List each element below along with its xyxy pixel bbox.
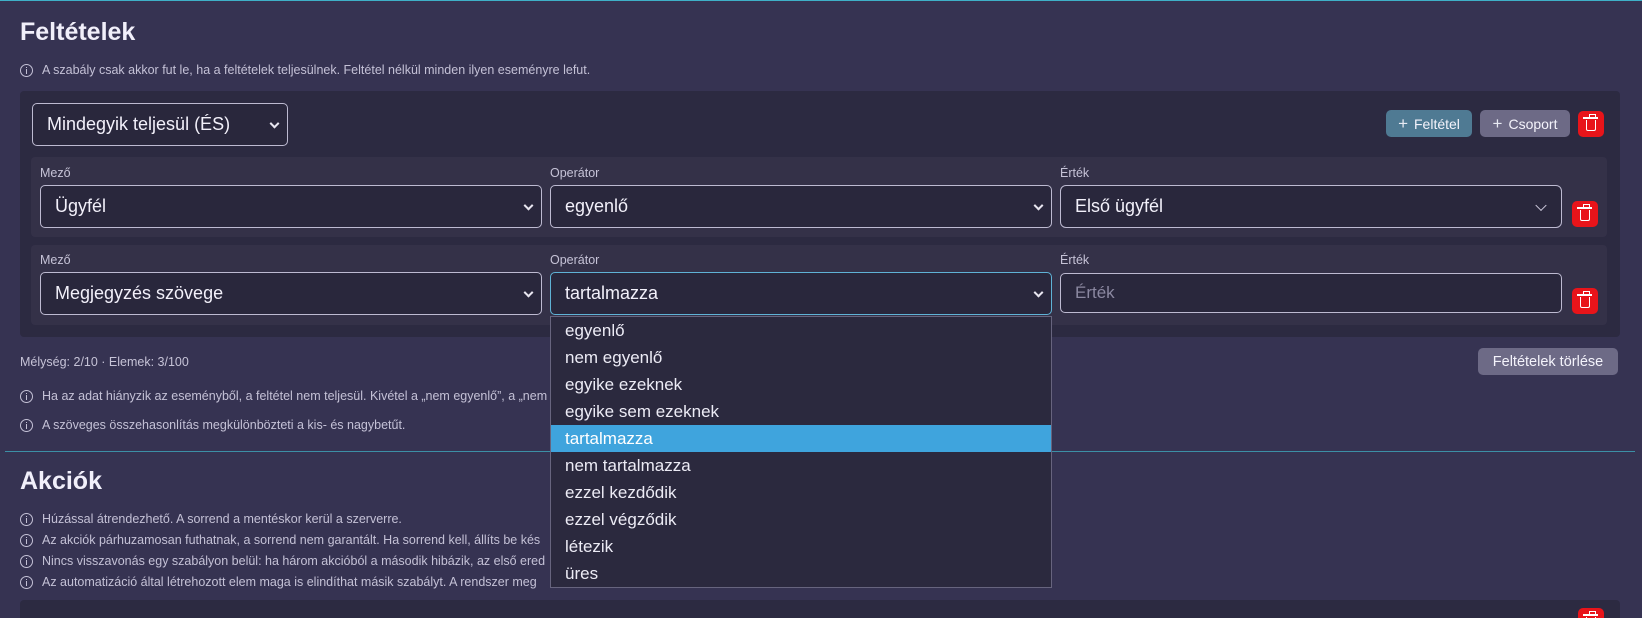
info-icon bbox=[20, 63, 33, 77]
add-group-label: Csoport bbox=[1508, 115, 1558, 132]
conditions-hint-text: A szabály csak akkor fut le, ha a feltét… bbox=[42, 63, 591, 77]
info-icon bbox=[20, 418, 33, 432]
actions-hint: Húzással átrendezhető. A sorrend a menté… bbox=[20, 512, 402, 526]
dropdown-option[interactable]: ezzel kezdődik bbox=[551, 479, 1051, 506]
actions-hint: Nincs visszavonás egy szabályon belül: h… bbox=[20, 554, 545, 568]
field-label: Mező bbox=[40, 166, 71, 180]
actions-hint-text: Az automatizáció által létrehozott elem … bbox=[42, 575, 537, 589]
dropdown-option[interactable]: nem egyenlő bbox=[551, 344, 1051, 371]
actions-hint-text: Húzással átrendezhető. A sorrend a menté… bbox=[42, 512, 402, 526]
dropdown-option[interactable]: létezik bbox=[551, 533, 1051, 560]
conditions-footnote: A szöveges összehasonlítás megkülönbözte… bbox=[20, 418, 405, 432]
conditions-footnote: Ha az adat hiányzik az eseményből, a fel… bbox=[20, 389, 547, 403]
actions-hint: Az akciók párhuzamosan futhatnak, a sorr… bbox=[20, 533, 540, 547]
field-select-value: Megjegyzés szövege bbox=[55, 283, 224, 303]
field-select[interactable]: Ügyfél bbox=[40, 185, 542, 228]
operator-select-value: tartalmazza bbox=[565, 283, 659, 303]
value-select[interactable]: Első ügyfél bbox=[1060, 185, 1562, 228]
actions-hint-text: Nincs visszavonás egy szabályon belül: h… bbox=[42, 554, 546, 568]
dropdown-option[interactable]: tartalmazza bbox=[551, 425, 1051, 452]
dropdown-option[interactable]: egyenlő bbox=[551, 317, 1051, 344]
operator-select[interactable]: egyenlő bbox=[550, 185, 1052, 228]
actions-title: Akciók bbox=[20, 467, 102, 495]
trash-icon bbox=[1577, 291, 1592, 308]
value-input-placeholder: Érték bbox=[1075, 283, 1115, 302]
value-label: Érték bbox=[1060, 166, 1090, 180]
dropdown-option[interactable]: egyike ezeknek bbox=[551, 371, 1051, 398]
chevron-down-icon bbox=[1535, 199, 1547, 211]
dropdown-option[interactable]: egyike sem ezeknek bbox=[551, 398, 1051, 425]
operator-label: Operátor bbox=[550, 166, 600, 180]
chevron-down-icon bbox=[523, 287, 534, 298]
clear-conditions-button[interactable]: Feltételek törlése bbox=[1478, 348, 1618, 375]
delete-action-button[interactable] bbox=[1578, 608, 1604, 618]
add-group-button[interactable]: + Csoport bbox=[1480, 110, 1570, 137]
chevron-down-icon bbox=[1033, 200, 1044, 211]
action-card bbox=[20, 600, 1620, 618]
add-condition-label: Feltétel bbox=[1414, 115, 1460, 132]
group-mode-value: Mindegyik teljesül (ÉS) bbox=[47, 114, 231, 134]
field-label: Mező bbox=[40, 253, 71, 267]
add-condition-button[interactable]: + Feltétel bbox=[1386, 110, 1472, 137]
info-icon bbox=[20, 512, 33, 526]
field-select[interactable]: Megjegyzés szövege bbox=[40, 272, 542, 315]
actions-hint: Az automatizáció által létrehozott elem … bbox=[20, 575, 537, 589]
operator-select[interactable]: tartalmazza bbox=[550, 272, 1052, 315]
dropdown-option[interactable]: nem tartalmazza bbox=[551, 452, 1051, 479]
chevron-down-icon bbox=[269, 118, 280, 129]
top-divider bbox=[0, 0, 1642, 1]
group-mode-select[interactable]: Mindegyik teljesül (ÉS) bbox=[32, 103, 288, 146]
plus-icon: + bbox=[1398, 114, 1408, 133]
conditions-footnote-text: A szöveges összehasonlítás megkülönbözte… bbox=[42, 418, 406, 432]
conditions-footnote-text: Ha az adat hiányzik az eseményből, a fel… bbox=[42, 389, 548, 403]
value-label: Érték bbox=[1060, 253, 1090, 267]
plus-icon: + bbox=[1492, 114, 1503, 133]
operator-select-value: egyenlő bbox=[565, 196, 629, 216]
info-icon bbox=[20, 533, 33, 547]
info-icon bbox=[20, 575, 33, 589]
condition-stats: Mélység: 2/10 · Elemek: 3/100 bbox=[20, 355, 189, 369]
value-input[interactable]: Érték bbox=[1060, 273, 1562, 313]
conditions-title: Feltételek bbox=[20, 18, 136, 46]
value-select-value: Első ügyfél bbox=[1075, 196, 1164, 216]
field-select-value: Ügyfél bbox=[55, 196, 107, 216]
info-icon bbox=[20, 389, 33, 403]
delete-group-button[interactable] bbox=[1578, 111, 1604, 137]
actions-hint-text: Az akciók párhuzamosan futhatnak, a sorr… bbox=[42, 533, 541, 547]
trash-icon bbox=[1583, 114, 1598, 131]
dropdown-option[interactable]: üres bbox=[551, 560, 1051, 587]
info-icon bbox=[20, 554, 33, 568]
chevron-down-icon bbox=[523, 200, 534, 211]
delete-condition-button[interactable] bbox=[1572, 201, 1598, 227]
chevron-down-icon bbox=[1033, 287, 1044, 298]
operator-dropdown: egyenlő nem egyenlő egyike ezeknek egyik… bbox=[550, 316, 1052, 588]
conditions-hint: A szabály csak akkor fut le, ha a feltét… bbox=[20, 63, 590, 77]
trash-icon bbox=[1577, 204, 1592, 221]
operator-label: Operátor bbox=[550, 253, 600, 267]
delete-condition-button[interactable] bbox=[1572, 288, 1598, 314]
dropdown-option[interactable]: ezzel végződik bbox=[551, 506, 1051, 533]
